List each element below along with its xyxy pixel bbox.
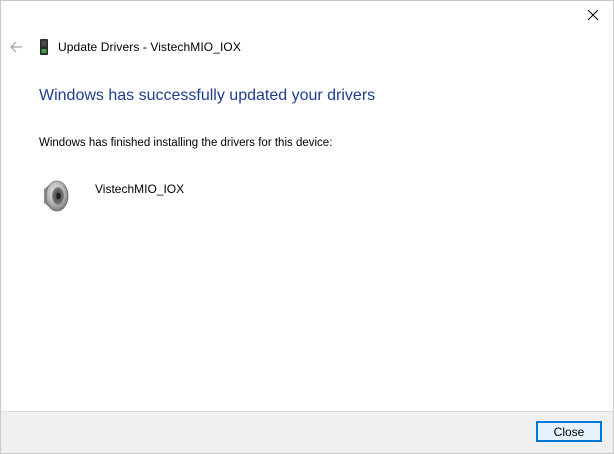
- dialog-footer: Close: [1, 411, 613, 453]
- device-entry: VistechMIO_IOX: [41, 179, 184, 213]
- device-name: VistechMIO_IOX: [95, 182, 185, 196]
- close-icon[interactable]: [585, 7, 601, 23]
- update-drivers-dialog: Update Drivers - VistechMIO_IOX Windows …: [0, 0, 614, 454]
- success-heading: Windows has successfully updated your dr…: [39, 87, 376, 104]
- status-message: Windows has finished installing the driv…: [39, 137, 333, 149]
- back-arrow-icon[interactable]: [9, 40, 23, 54]
- speaker-icon: [41, 179, 71, 213]
- close-button[interactable]: Close: [536, 421, 602, 442]
- dialog-title: Update Drivers - VistechMIO_IOX: [58, 40, 241, 54]
- device-hardware-icon: [39, 39, 49, 55]
- dialog-header: Update Drivers - VistechMIO_IOX: [9, 37, 241, 57]
